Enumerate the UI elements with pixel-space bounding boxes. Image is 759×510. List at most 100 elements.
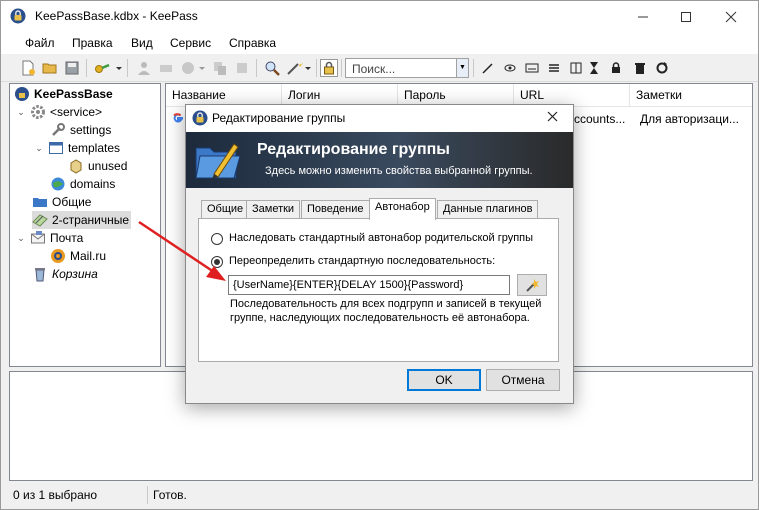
- column-header-url[interactable]: URL: [514, 84, 630, 106]
- copy-username-button[interactable]: [135, 59, 153, 77]
- duplicate-button[interactable]: [233, 59, 251, 77]
- padlock-icon: [612, 62, 620, 73]
- copy-entry-button[interactable]: [211, 59, 229, 77]
- menu-help[interactable]: Справка: [229, 36, 276, 50]
- recycle-bin-icon: [35, 268, 45, 282]
- tree-item-unused[interactable]: unused: [68, 157, 127, 175]
- column-header-title[interactable]: Название: [166, 84, 282, 106]
- cancel-button[interactable]: Отмена: [486, 369, 560, 391]
- save-button[interactable]: [63, 59, 81, 77]
- tree-root-label: KeePassBase: [34, 87, 113, 101]
- toolbar: Поиск... ▼: [1, 55, 758, 82]
- column-header-password[interactable]: Пароль: [398, 84, 514, 106]
- chevron-down-icon[interactable]: ▼: [456, 59, 468, 77]
- lock-small-button[interactable]: [607, 59, 625, 77]
- lock-workspace-button[interactable]: [320, 59, 338, 77]
- sequence-editor-button[interactable]: [517, 274, 547, 296]
- tree-item-label: Mail.ru: [70, 249, 107, 263]
- menu-tools[interactable]: Сервис: [170, 36, 211, 50]
- tab-behavior[interactable]: Поведение: [301, 200, 370, 219]
- tree-item-label: settings: [70, 123, 112, 137]
- keyboard-icon: [525, 63, 539, 73]
- inherit-radio[interactable]: [211, 233, 223, 245]
- tree-item-label: Корзина: [52, 267, 98, 281]
- dialog-close-button[interactable]: [537, 107, 567, 129]
- tree-item-general[interactable]: Общие: [32, 193, 91, 211]
- minimize-button[interactable]: [620, 1, 666, 32]
- dialog-title-bar: Редактирование группы: [186, 105, 573, 132]
- entry-notes-cell[interactable]: Для авторизаци...: [640, 112, 739, 126]
- show-passwords-button[interactable]: [501, 59, 519, 77]
- close-button[interactable]: [708, 1, 754, 32]
- mailru-icon: [51, 249, 65, 263]
- ok-button[interactable]: OK: [407, 369, 481, 391]
- dialog-tabs: Общие Заметки Поведение Автонабор Данные…: [198, 198, 562, 220]
- lock-icon: [324, 61, 334, 75]
- quick-search-box[interactable]: Поиск... ▼: [345, 58, 469, 78]
- pencil-icon: [482, 63, 493, 74]
- column-header-username[interactable]: Логин: [282, 84, 398, 106]
- sequence-input[interactable]: {UserName}{ENTER}{DELAY 1500}{Password}: [228, 275, 510, 295]
- tree-item-mail[interactable]: ⌄ Почта: [16, 229, 83, 247]
- tab-autotype[interactable]: Автонабор: [369, 198, 436, 220]
- key-stars-icon: [160, 65, 172, 72]
- edit-group-dialog: Редактирование группы Редактирование гру…: [185, 104, 574, 404]
- toolbar-separator: [316, 59, 317, 77]
- tree-item-service[interactable]: ⌄ <service>: [16, 103, 102, 121]
- tree-item-two-page[interactable]: 2-страничные: [32, 211, 132, 229]
- maximize-button[interactable]: [663, 1, 709, 32]
- tree-item-trash[interactable]: Корзина: [32, 265, 98, 283]
- window-list-icon: [49, 142, 63, 154]
- override-radio[interactable]: [211, 256, 223, 268]
- tab-notes[interactable]: Заметки: [246, 200, 301, 219]
- tab-general[interactable]: Общие: [201, 200, 250, 219]
- open-url-button[interactable]: [179, 59, 207, 77]
- columns-button[interactable]: [567, 59, 585, 77]
- maximize-icon: [681, 11, 691, 22]
- banner-subtitle: Здесь можно изменить свойства выбранной …: [265, 165, 533, 177]
- entry-view-button[interactable]: [479, 59, 497, 77]
- toolbar-separator: [256, 59, 257, 77]
- column-header-notes[interactable]: Заметки: [630, 84, 752, 106]
- override-radio-label[interactable]: Переопределить стандартную последователь…: [229, 255, 495, 267]
- tree-item-mailru[interactable]: Mail.ru: [50, 247, 106, 265]
- minimize-icon: [638, 16, 648, 17]
- magnifier-icon: [265, 61, 280, 76]
- chevron-down-icon[interactable]: ⌄: [16, 107, 26, 118]
- autotype-button[interactable]: [285, 59, 313, 77]
- list-view-button[interactable]: [545, 59, 563, 77]
- menu-file[interactable]: Файл: [25, 36, 55, 50]
- tree-item-templates[interactable]: ⌄ templates: [34, 139, 120, 157]
- chevron-down-icon[interactable]: ⌄: [16, 233, 26, 244]
- new-database-button[interactable]: [19, 59, 37, 77]
- toolbar-separator: [341, 59, 342, 77]
- trash-toolbar-button[interactable]: [631, 59, 649, 77]
- inherit-radio-label[interactable]: Наследовать стандартный автонабор родите…: [229, 232, 533, 244]
- close-icon: [725, 11, 737, 22]
- add-entry-button[interactable]: [93, 59, 123, 77]
- find-button[interactable]: [263, 59, 281, 77]
- copy-password-button[interactable]: [157, 59, 175, 77]
- tree-item-domains[interactable]: domains: [50, 175, 115, 193]
- folder-open-icon: [42, 63, 57, 74]
- keepass-lock-icon: [192, 110, 208, 126]
- open-database-button[interactable]: [41, 59, 59, 77]
- entry-url-cell[interactable]: ccounts...: [574, 112, 625, 126]
- tree-item-label: 2-страничные: [52, 213, 130, 227]
- toolbar-separator: [127, 59, 128, 77]
- menu-edit[interactable]: Правка: [72, 36, 113, 50]
- folder-edit-icon: [195, 143, 241, 179]
- chevron-down-icon[interactable]: ⌄: [34, 143, 44, 154]
- tab-plugin-data[interactable]: Данные плагинов: [437, 200, 539, 219]
- key-add-icon: [95, 63, 122, 73]
- status-bar: 0 из 1 выбрано Готов.: [1, 483, 758, 509]
- expire-button[interactable]: [585, 59, 603, 77]
- menu-view[interactable]: Вид: [131, 36, 153, 50]
- sync-button[interactable]: [653, 59, 671, 77]
- search-placeholder: Поиск...: [352, 62, 396, 76]
- tree-root[interactable]: KeePassBase: [14, 85, 113, 103]
- tree-item-settings[interactable]: settings: [50, 121, 111, 139]
- globe-icon: [182, 62, 205, 74]
- wrench-icon: [52, 123, 65, 136]
- keyboard-button[interactable]: [523, 59, 541, 77]
